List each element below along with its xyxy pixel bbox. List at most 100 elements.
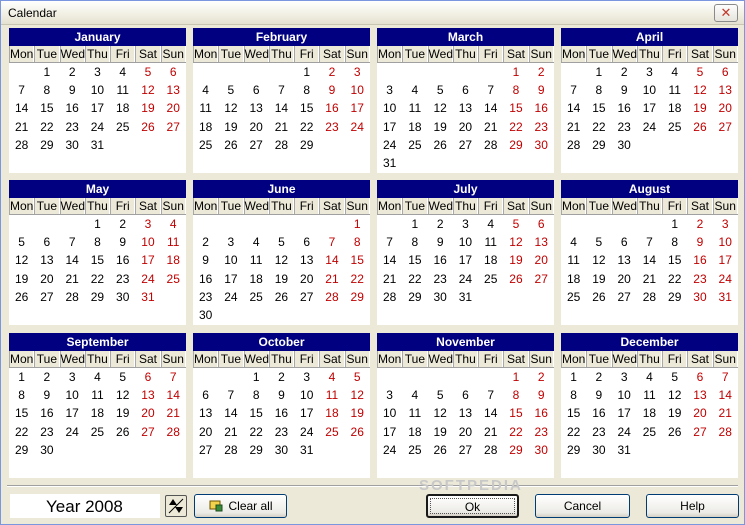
day-cell[interactable]: 20 <box>294 270 319 288</box>
day-cell[interactable]: 7 <box>60 233 85 251</box>
day-cell[interactable]: 30 <box>110 288 135 306</box>
day-cell[interactable]: 30 <box>586 441 611 459</box>
day-cell[interactable]: 1 <box>503 368 528 386</box>
day-cell[interactable]: 25 <box>478 270 503 288</box>
day-cell[interactable]: 1 <box>345 215 370 233</box>
day-cell[interactable]: 17 <box>612 404 637 422</box>
day-cell[interactable]: 29 <box>34 136 59 154</box>
day-cell[interactable]: 15 <box>244 404 269 422</box>
day-cell[interactable]: 15 <box>9 404 34 422</box>
day-cell[interactable]: 25 <box>193 136 218 154</box>
day-cell[interactable]: 1 <box>402 215 427 233</box>
day-cell[interactable]: 11 <box>561 251 586 269</box>
day-cell[interactable]: 14 <box>478 99 503 117</box>
day-cell[interactable]: 1 <box>294 63 319 81</box>
day-cell[interactable]: 25 <box>161 270 186 288</box>
day-cell[interactable]: 24 <box>294 423 319 441</box>
day-cell[interactable]: 1 <box>586 63 611 81</box>
day-cell[interactable]: 16 <box>428 251 453 269</box>
day-cell[interactable]: 21 <box>478 118 503 136</box>
ok-button[interactable]: Ok <box>426 494 519 518</box>
day-cell[interactable]: 17 <box>60 404 85 422</box>
day-cell[interactable]: 22 <box>586 118 611 136</box>
day-cell[interactable]: 12 <box>503 233 528 251</box>
day-cell[interactable]: 16 <box>34 404 59 422</box>
day-cell[interactable]: 7 <box>9 81 34 99</box>
day-cell[interactable]: 5 <box>687 63 712 81</box>
day-cell[interactable]: 10 <box>294 386 319 404</box>
day-cell[interactable]: 24 <box>453 270 478 288</box>
day-cell[interactable]: 15 <box>662 251 687 269</box>
day-cell[interactable]: 21 <box>161 404 186 422</box>
day-cell[interactable]: 29 <box>345 288 370 306</box>
day-cell[interactable]: 22 <box>402 270 427 288</box>
day-cell[interactable]: 14 <box>478 404 503 422</box>
day-cell[interactable]: 26 <box>662 423 687 441</box>
day-cell[interactable]: 26 <box>269 288 294 306</box>
day-cell[interactable]: 8 <box>244 386 269 404</box>
day-cell[interactable]: 6 <box>135 368 160 386</box>
day-cell[interactable]: 28 <box>561 136 586 154</box>
day-cell[interactable]: 8 <box>9 386 34 404</box>
day-cell[interactable]: 18 <box>319 404 344 422</box>
day-cell[interactable]: 16 <box>319 99 344 117</box>
day-cell[interactable]: 14 <box>60 251 85 269</box>
day-cell[interactable]: 8 <box>34 81 59 99</box>
day-cell[interactable]: 26 <box>687 118 712 136</box>
day-cell[interactable]: 24 <box>60 423 85 441</box>
day-cell[interactable]: 29 <box>503 441 528 459</box>
day-cell[interactable]: 25 <box>319 423 344 441</box>
day-cell[interactable]: 4 <box>161 215 186 233</box>
day-cell[interactable]: 21 <box>478 423 503 441</box>
day-cell[interactable]: 5 <box>428 81 453 99</box>
day-cell[interactable]: 18 <box>662 99 687 117</box>
day-cell[interactable]: 24 <box>85 118 110 136</box>
day-cell[interactable]: 17 <box>135 251 160 269</box>
day-cell[interactable]: 21 <box>637 270 662 288</box>
day-cell[interactable]: 2 <box>529 63 554 81</box>
day-cell[interactable]: 14 <box>637 251 662 269</box>
day-cell[interactable]: 18 <box>244 270 269 288</box>
day-cell[interactable]: 23 <box>319 118 344 136</box>
day-cell[interactable]: 10 <box>377 404 402 422</box>
day-cell[interactable]: 7 <box>561 81 586 99</box>
day-cell[interactable]: 15 <box>402 251 427 269</box>
day-cell[interactable]: 31 <box>377 154 402 172</box>
day-cell[interactable]: 14 <box>9 99 34 117</box>
day-cell[interactable]: 22 <box>244 423 269 441</box>
day-cell[interactable]: 2 <box>586 368 611 386</box>
day-cell[interactable]: 21 <box>9 118 34 136</box>
clear-all-button[interactable]: Clear all <box>194 494 287 518</box>
day-cell[interactable]: 7 <box>637 233 662 251</box>
day-cell[interactable]: 28 <box>218 441 243 459</box>
day-cell[interactable]: 4 <box>402 81 427 99</box>
day-cell[interactable]: 15 <box>503 404 528 422</box>
day-cell[interactable]: 23 <box>193 288 218 306</box>
day-cell[interactable]: 7 <box>161 368 186 386</box>
day-cell[interactable]: 27 <box>453 441 478 459</box>
day-cell[interactable]: 30 <box>529 136 554 154</box>
day-cell[interactable]: 13 <box>294 251 319 269</box>
day-cell[interactable]: 12 <box>586 251 611 269</box>
day-cell[interactable]: 8 <box>662 233 687 251</box>
day-cell[interactable]: 6 <box>529 215 554 233</box>
day-cell[interactable]: 18 <box>402 118 427 136</box>
day-cell[interactable]: 28 <box>478 441 503 459</box>
day-cell[interactable]: 27 <box>687 423 712 441</box>
day-cell[interactable]: 19 <box>345 404 370 422</box>
day-cell[interactable]: 2 <box>60 63 85 81</box>
day-cell[interactable]: 6 <box>161 63 186 81</box>
help-button[interactable]: Help <box>646 494 739 518</box>
day-cell[interactable]: 1 <box>9 368 34 386</box>
day-cell[interactable]: 20 <box>687 404 712 422</box>
day-cell[interactable]: 11 <box>244 251 269 269</box>
day-cell[interactable]: 21 <box>319 270 344 288</box>
day-cell[interactable]: 12 <box>345 386 370 404</box>
day-cell[interactable]: 10 <box>135 233 160 251</box>
day-cell[interactable]: 26 <box>586 288 611 306</box>
day-cell[interactable]: 31 <box>294 441 319 459</box>
day-cell[interactable]: 15 <box>561 404 586 422</box>
day-cell[interactable]: 13 <box>687 386 712 404</box>
day-cell[interactable]: 25 <box>244 288 269 306</box>
day-cell[interactable]: 17 <box>713 251 738 269</box>
